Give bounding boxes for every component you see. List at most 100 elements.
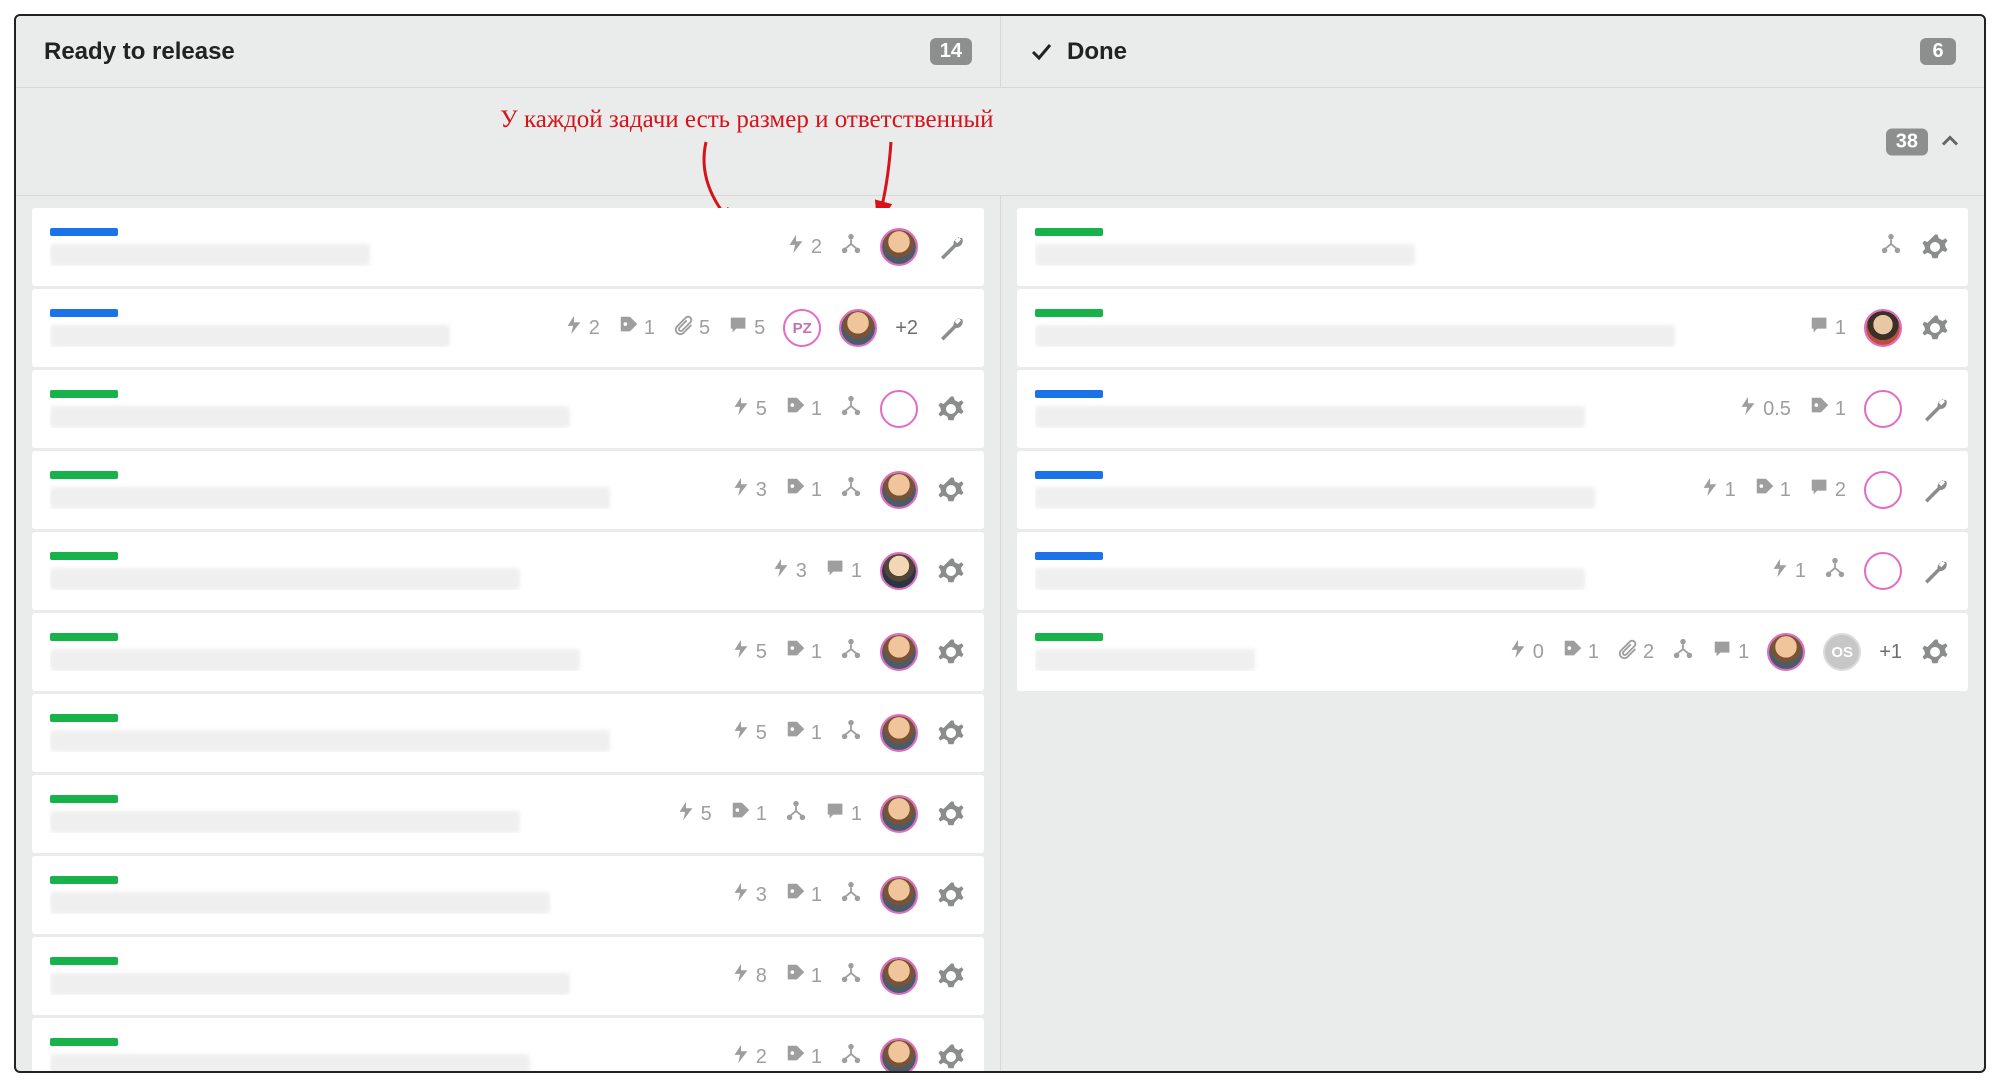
meta-value: 3	[796, 560, 807, 583]
assignee-avatar[interactable]	[1767, 633, 1805, 671]
card-color-bar	[50, 795, 118, 803]
tag-icon	[785, 1043, 807, 1071]
bolt-icon	[730, 881, 752, 909]
task-card[interactable]: 1	[1017, 532, 1968, 610]
card-title-blurred	[50, 568, 520, 590]
assignee-avatar-empty[interactable]	[1864, 471, 1902, 509]
card-content	[50, 471, 716, 509]
gear-icon[interactable]	[936, 1042, 966, 1071]
assignee-avatar[interactable]	[880, 1038, 918, 1071]
card-color-bar	[50, 552, 118, 560]
task-card[interactable]: 51	[32, 694, 984, 772]
card-content	[50, 1038, 716, 1071]
card-color-bar	[1035, 471, 1103, 479]
card-title-blurred	[1035, 325, 1675, 347]
bolt-icon	[675, 800, 697, 828]
assignee-avatar[interactable]	[880, 228, 918, 266]
avatar-overflow[interactable]: +2	[895, 317, 918, 340]
bolt-icon-meta: 5	[730, 395, 767, 423]
task-card[interactable]: 31	[32, 451, 984, 529]
card-color-bar	[50, 228, 118, 236]
task-card[interactable]: 51	[32, 613, 984, 691]
task-card[interactable]: 31	[32, 856, 984, 934]
avatar-overflow[interactable]: +1	[1879, 641, 1902, 664]
gear-icon[interactable]	[1920, 232, 1950, 262]
task-card[interactable]: 51	[32, 370, 984, 448]
card-content	[50, 795, 661, 833]
bolt-icon	[785, 233, 807, 261]
bolt-icon	[1699, 476, 1721, 504]
task-card[interactable]: 2155PZ+2	[32, 289, 984, 367]
gear-icon[interactable]	[936, 799, 966, 829]
bolt-icon-meta: 5	[730, 719, 767, 747]
assignee-avatar[interactable]	[1864, 309, 1902, 347]
task-card[interactable]: 0.51	[1017, 370, 1968, 448]
gear-icon[interactable]	[936, 718, 966, 748]
card-content	[50, 876, 716, 914]
wrench-icon[interactable]	[936, 313, 966, 343]
comment-icon-meta: 2	[1809, 476, 1846, 504]
assignee-avatar[interactable]	[880, 471, 918, 509]
meta-value: 2	[589, 317, 600, 340]
assignee-avatar-empty[interactable]	[1864, 390, 1902, 428]
wrench-icon[interactable]	[1920, 394, 1950, 424]
gear-icon[interactable]	[936, 637, 966, 667]
meta-value: 1	[1780, 479, 1791, 502]
group-collapse[interactable]: 38	[1886, 128, 1962, 155]
card-meta: 511	[675, 795, 966, 833]
assignee-avatar-empty[interactable]	[880, 390, 918, 428]
meta-value: 1	[811, 1046, 822, 1069]
gear-icon[interactable]	[936, 880, 966, 910]
card-title-blurred	[1035, 649, 1255, 671]
comment-icon	[825, 557, 847, 585]
task-card[interactable]: 2	[32, 208, 984, 286]
tag-icon-meta: 1	[1754, 476, 1791, 504]
assignee-avatar[interactable]	[839, 309, 877, 347]
gear-icon[interactable]	[936, 961, 966, 991]
assignee-avatar[interactable]	[880, 957, 918, 995]
assignee-avatar[interactable]	[880, 714, 918, 752]
gear-icon[interactable]	[1920, 637, 1950, 667]
assignee-avatar[interactable]	[880, 552, 918, 590]
assignee-avatar-empty[interactable]	[1864, 552, 1902, 590]
task-card[interactable]: 81	[32, 937, 984, 1015]
chevron-up-icon	[1938, 130, 1962, 154]
bolt-icon-meta: 0.5	[1737, 395, 1791, 423]
task-card[interactable]: 1	[1017, 289, 1968, 367]
comment-icon	[728, 314, 750, 342]
bolt-icon	[1769, 557, 1791, 585]
wrench-icon[interactable]	[936, 232, 966, 262]
meta-value: 5	[756, 398, 767, 421]
columns-body: 22155PZ+25131315151511318121 10.51112101…	[16, 196, 1984, 1071]
tag-icon	[618, 314, 640, 342]
column-header-done[interactable]: Done 6	[1000, 16, 1984, 87]
wrench-icon[interactable]	[1920, 556, 1950, 586]
meta-value: 1	[811, 884, 822, 907]
gear-icon[interactable]	[936, 556, 966, 586]
card-meta	[1880, 232, 1950, 262]
assignee-avatar[interactable]	[880, 633, 918, 671]
branch-icon-meta	[840, 719, 862, 747]
gear-icon[interactable]	[936, 394, 966, 424]
assignee-avatar[interactable]: OS	[1823, 633, 1861, 671]
bolt-icon	[730, 962, 752, 990]
gear-icon[interactable]	[1920, 313, 1950, 343]
task-card[interactable]: 31	[32, 532, 984, 610]
assignee-avatar[interactable]	[880, 876, 918, 914]
assignee-avatar[interactable]	[880, 795, 918, 833]
assignee-avatar[interactable]: PZ	[783, 309, 821, 347]
column-header-ready[interactable]: Ready to release 14	[16, 16, 1000, 87]
task-card[interactable]: 0121OS+1	[1017, 613, 1968, 691]
card-title-blurred	[1035, 487, 1595, 509]
task-card[interactable]: 511	[32, 775, 984, 853]
task-card[interactable]: 21	[32, 1018, 984, 1071]
wrench-icon[interactable]	[1920, 475, 1950, 505]
kanban-board: Ready to release 14 Done 6 У каждой зада…	[14, 14, 1986, 1073]
task-card[interactable]: 112	[1017, 451, 1968, 529]
task-card[interactable]	[1017, 208, 1968, 286]
card-title-blurred	[50, 892, 550, 914]
tag-icon-meta: 1	[785, 638, 822, 666]
meta-value: 2	[811, 236, 822, 259]
gear-icon[interactable]	[936, 475, 966, 505]
branch-icon	[840, 719, 862, 747]
